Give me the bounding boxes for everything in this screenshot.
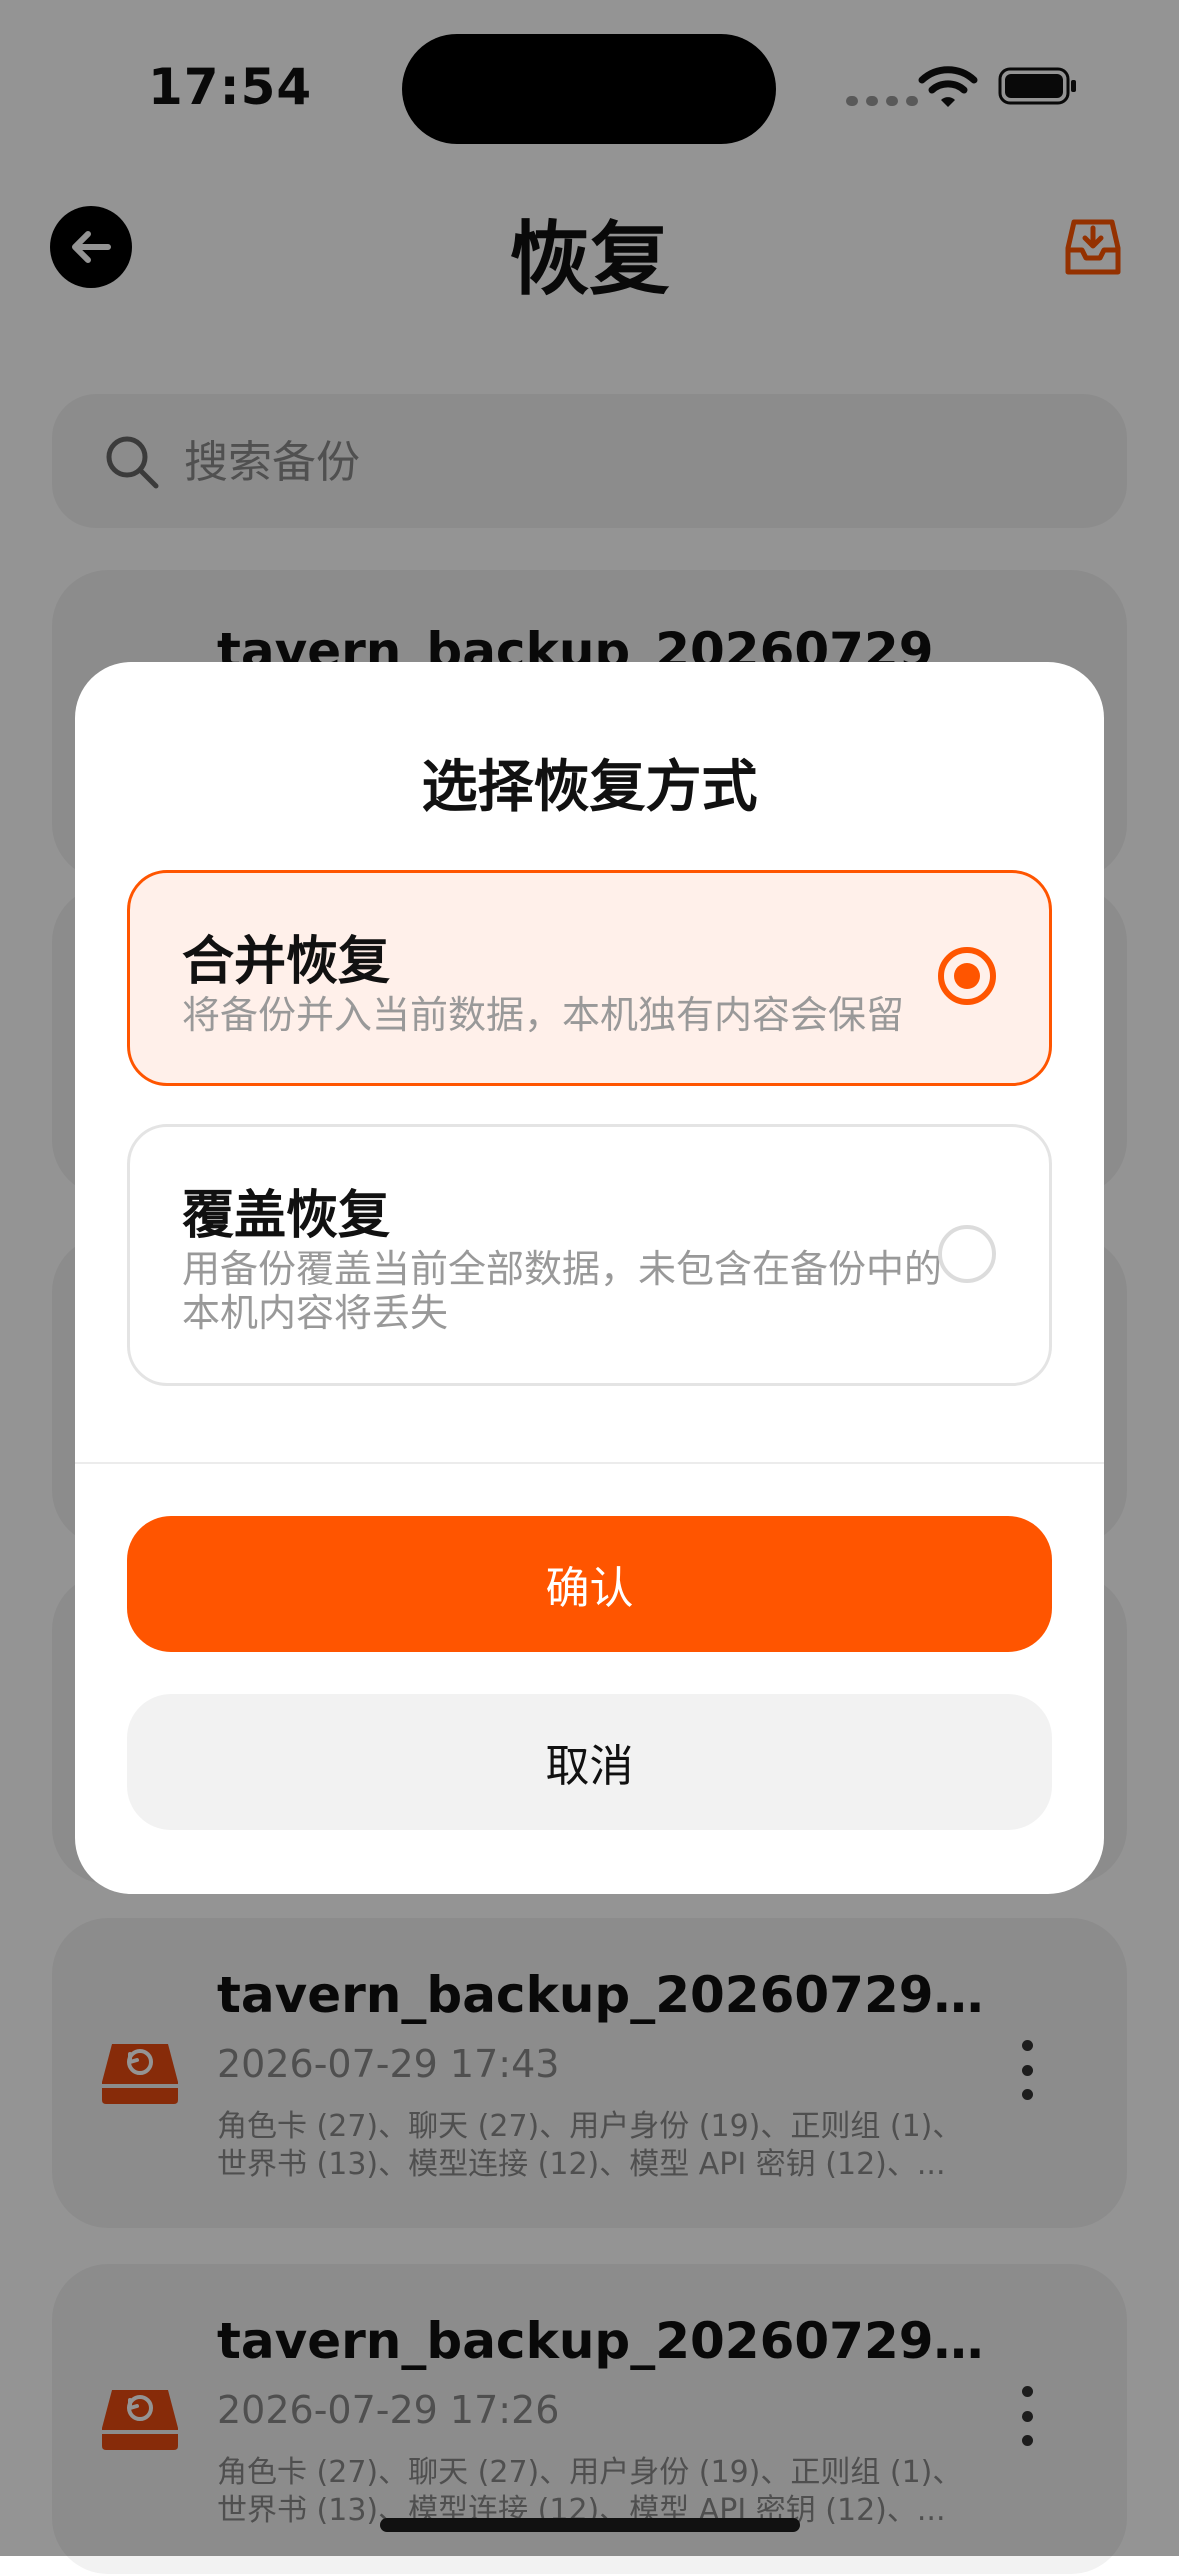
home-indicator[interactable] xyxy=(380,2518,800,2532)
confirm-button[interactable]: 确认 xyxy=(127,1516,1052,1652)
restore-mode-dialog: 选择恢复方式 合并恢复 将备份并入当前数据，本机独有内容会保留 覆盖恢复 用备份… xyxy=(75,662,1104,1894)
option-description: 用备份覆盖当前全部数据，未包含在备份中的本机内容将丢失 xyxy=(182,1247,943,1335)
divider xyxy=(75,1462,1104,1464)
merge-restore-option[interactable]: 合并恢复 将备份并入当前数据，本机独有内容会保留 xyxy=(127,870,1052,1086)
option-title: 合并恢复 xyxy=(182,932,391,992)
cancel-button[interactable]: 取消 xyxy=(127,1694,1052,1830)
option-description: 将备份并入当前数据，本机独有内容会保留 xyxy=(182,993,905,1037)
radio-unselected-icon[interactable] xyxy=(938,1225,996,1283)
radio-selected-icon[interactable] xyxy=(938,947,996,1005)
dialog-title: 选择恢复方式 xyxy=(421,755,758,820)
option-title: 覆盖恢复 xyxy=(182,1186,391,1246)
overwrite-restore-option[interactable]: 覆盖恢复 用备份覆盖当前全部数据，未包含在备份中的本机内容将丢失 xyxy=(127,1124,1052,1386)
